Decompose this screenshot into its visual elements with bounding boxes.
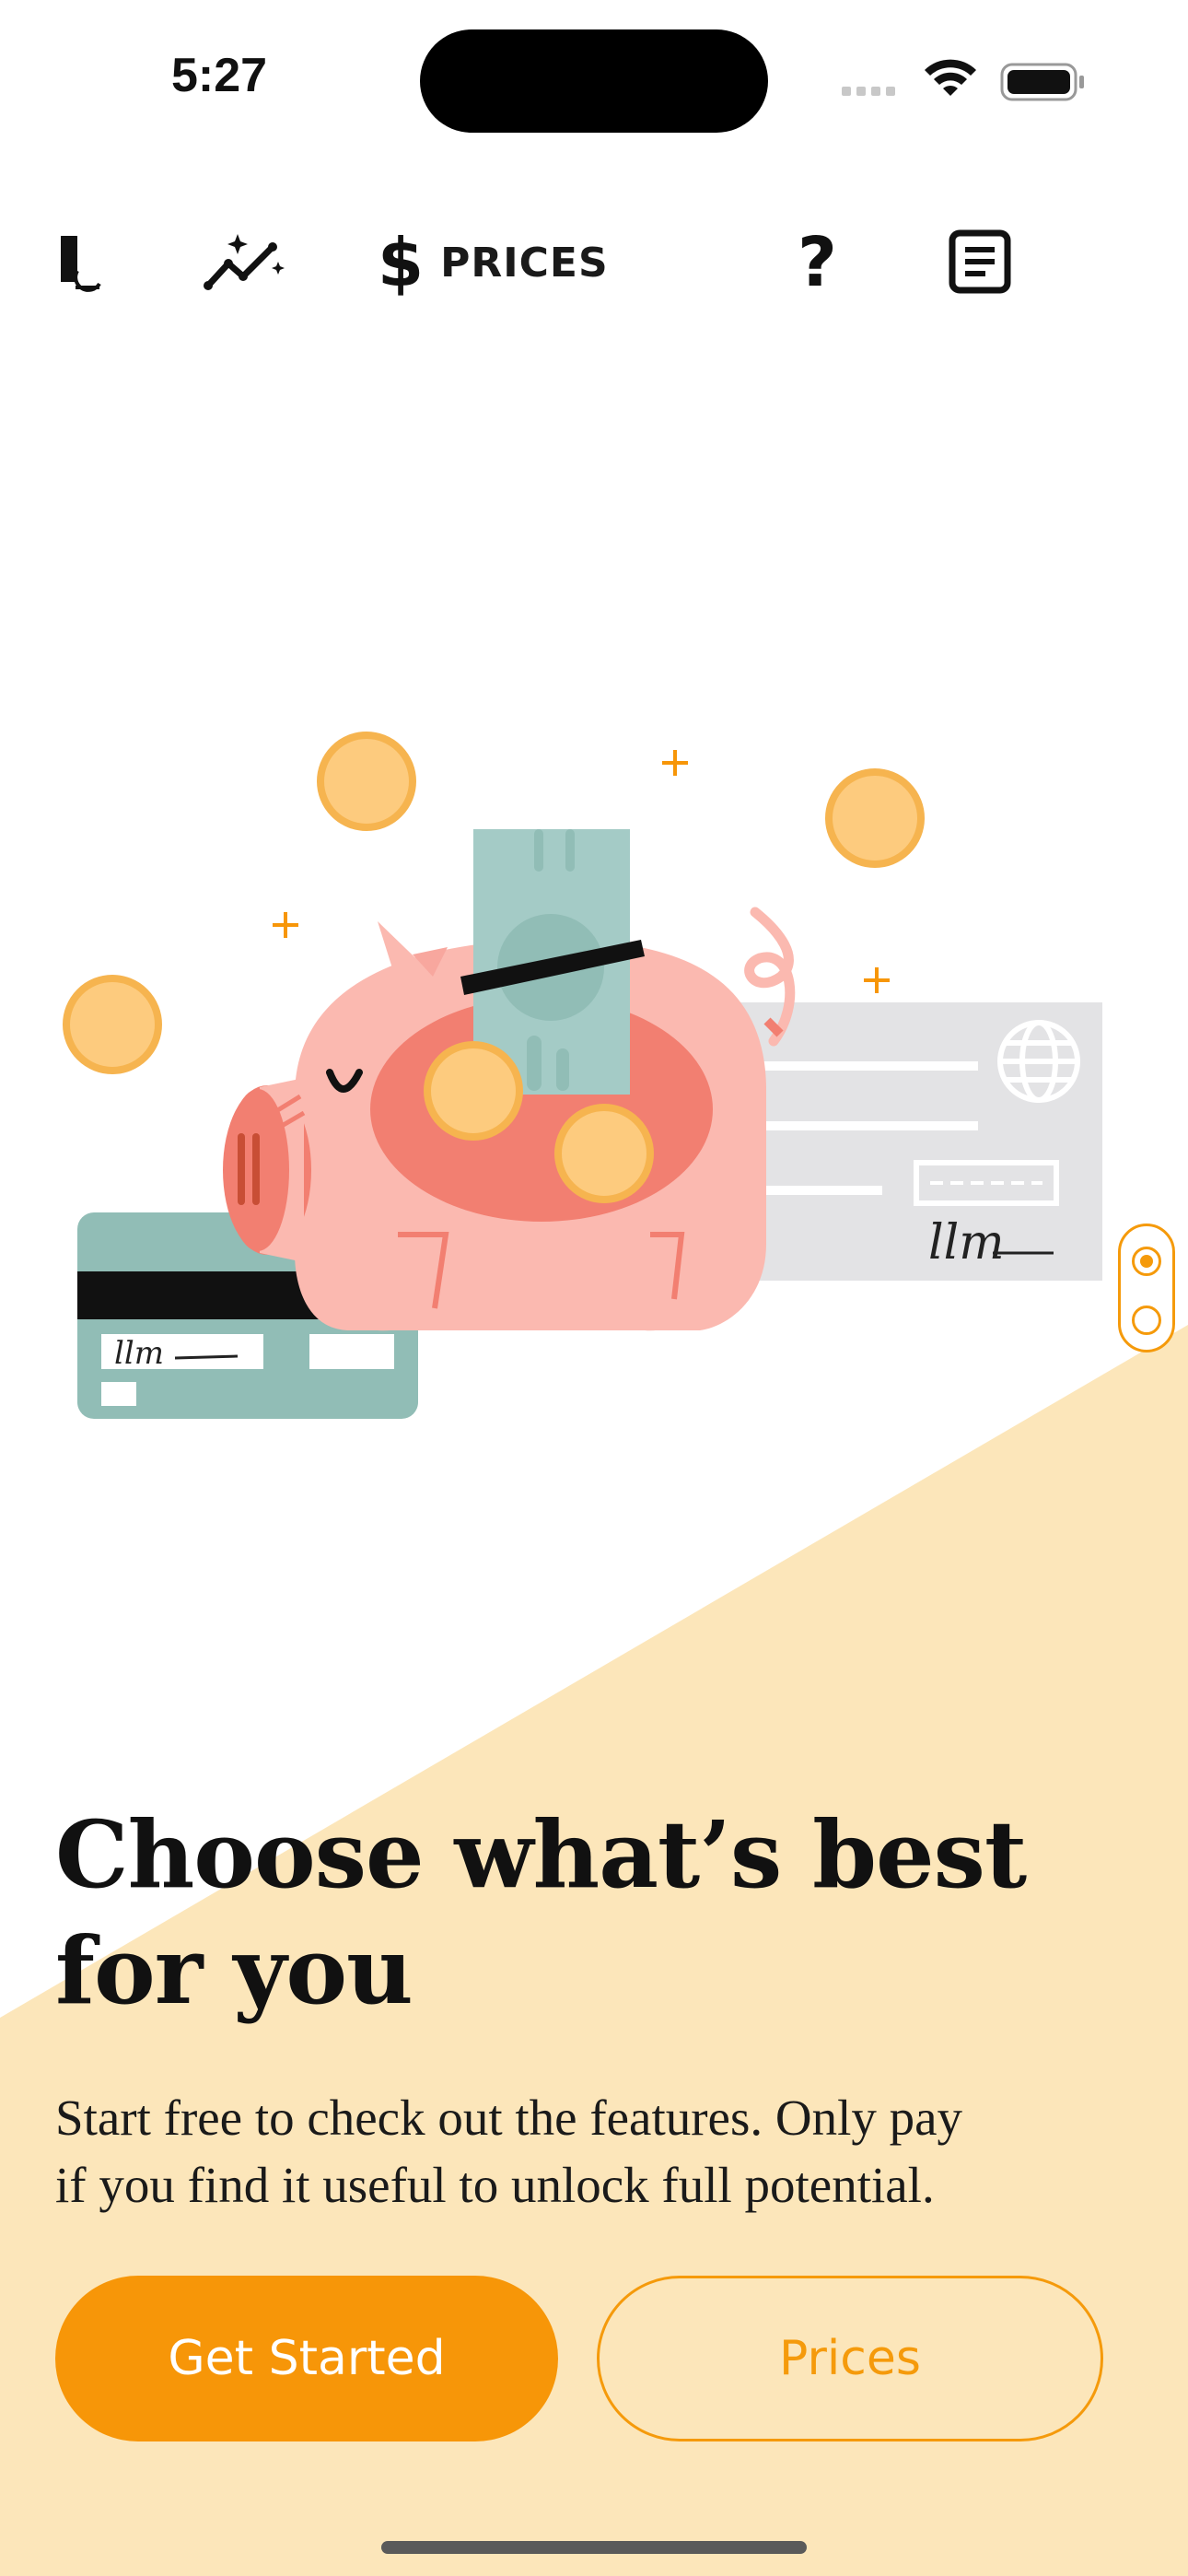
nav-help[interactable]: ? xyxy=(798,212,837,313)
prices-button[interactable]: Prices xyxy=(597,2276,1103,2441)
wifi-icon xyxy=(925,59,976,96)
headline-line-2: for you xyxy=(55,1916,413,2025)
subtext-line-2: if you find it useful to unlock full pot… xyxy=(55,2157,935,2213)
status-icons xyxy=(842,59,1084,101)
dynamic-island xyxy=(420,29,768,133)
card-signature: llm xyxy=(114,1335,164,1372)
home-indicator[interactable] xyxy=(381,2541,807,2554)
nav-logo[interactable] xyxy=(53,212,109,313)
nav-prices[interactable]: $ PRICES xyxy=(378,212,609,313)
question-icon: ? xyxy=(798,223,837,302)
logo-l-icon xyxy=(61,236,101,292)
headline-line-1: Choose what’s best xyxy=(55,1800,1027,1909)
get-started-button[interactable]: Get Started xyxy=(55,2276,558,2441)
page-dot-2[interactable] xyxy=(1132,1306,1161,1335)
subtext-line-1: Start free to check out the features. On… xyxy=(55,2090,963,2146)
page-toggle[interactable] xyxy=(1118,1224,1175,1352)
battery-icon xyxy=(1000,63,1084,101)
nav-document[interactable] xyxy=(949,212,1013,313)
top-nav: $ PRICES ? xyxy=(0,212,1188,313)
page-dot-1[interactable] xyxy=(1132,1247,1161,1276)
status-time: 5:27 xyxy=(171,49,268,102)
sparkle-chart-icon xyxy=(204,234,285,290)
status-bar: 5:27 xyxy=(0,0,1188,157)
subtext: Start free to check out the features. On… xyxy=(55,2084,1133,2219)
cellular-signal-icon xyxy=(842,87,895,96)
nav-prices-label: PRICES xyxy=(440,239,609,287)
headline: Choose what’s best for you xyxy=(55,1797,1114,2029)
dollar-icon: $ xyxy=(378,224,425,301)
nav-insights[interactable] xyxy=(201,212,285,313)
document-icon xyxy=(949,229,1011,294)
check-signature: llm xyxy=(928,1215,1005,1270)
piggy-bank-illustration: llm llm xyxy=(63,732,1102,1419)
